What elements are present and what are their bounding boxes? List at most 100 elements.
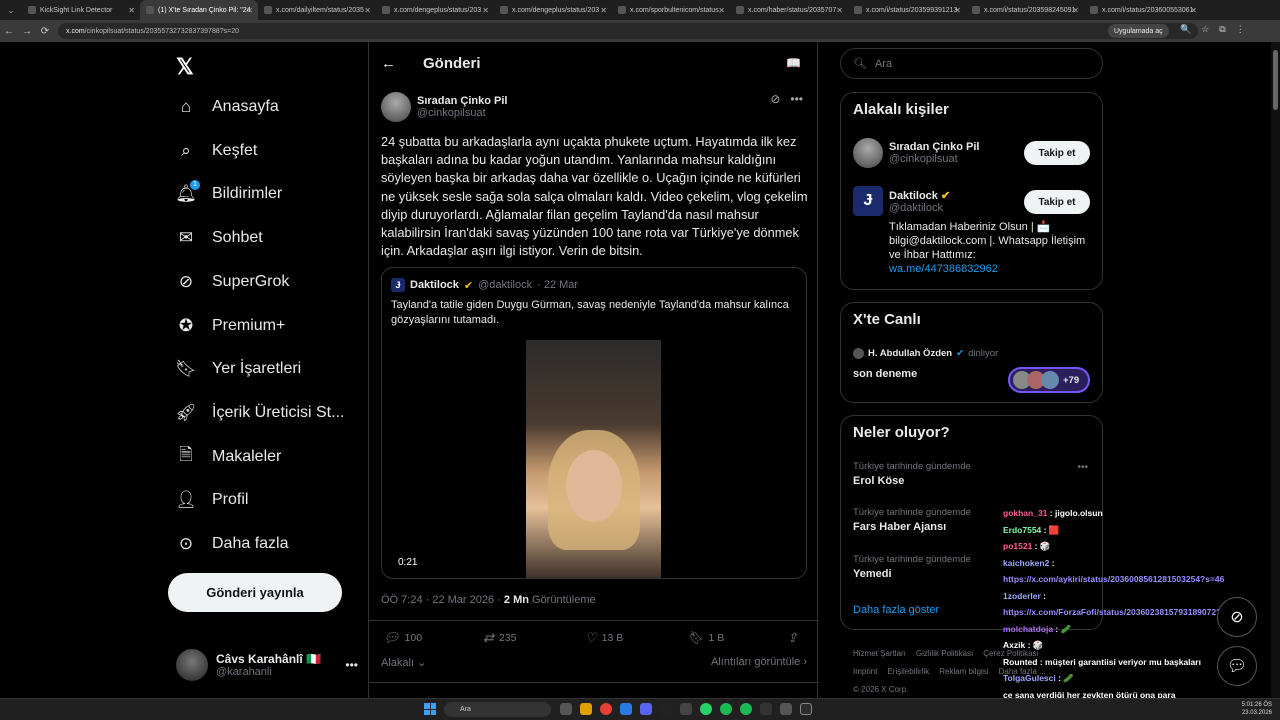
- more-dots-icon[interactable]: •••: [790, 92, 803, 106]
- reader-mode-icon[interactable]: 📖: [786, 56, 801, 70]
- more-dots-icon[interactable]: •••: [345, 658, 358, 672]
- video-player[interactable]: [526, 340, 661, 578]
- post-button[interactable]: Gönderi yayınla: [168, 573, 342, 612]
- app-icon[interactable]: [760, 703, 772, 715]
- whatsapp-icon[interactable]: [700, 703, 712, 715]
- nav-item[interactable]: 🔖︎ Yer İşaretleri: [175, 359, 301, 379]
- nav-item[interactable]: ✪ Premium+: [176, 316, 285, 336]
- close-icon[interactable]: ✕: [1072, 6, 1079, 15]
- browser-tab[interactable]: x.com/dengeplus/status/203 ✕: [376, 0, 494, 20]
- app-icon[interactable]: [680, 703, 692, 715]
- author-avatar[interactable]: [381, 92, 411, 122]
- taskbar-search[interactable]: Ara: [444, 702, 551, 717]
- nav-item[interactable]: ✉ Sohbet: [176, 228, 263, 248]
- browser-tab[interactable]: x.com/i/status/203598245091 ✕: [966, 0, 1084, 20]
- person-row[interactable]: Ɉ Daktilock ✔ @daktilock: [853, 186, 950, 216]
- quoted-post[interactable]: Ɉ Daktilock ✔ @daktilock · 22 Mar Taylan…: [381, 267, 807, 579]
- app-icon[interactable]: [800, 703, 812, 715]
- chat-username[interactable]: kaichoken2: [1003, 558, 1049, 568]
- chat-username[interactable]: TolgaGulesci: [1003, 673, 1056, 683]
- forward-nav-icon[interactable]: →: [18, 26, 36, 37]
- nav-item[interactable]: 🔔︎ 1 Bildirimler: [175, 180, 282, 204]
- nav-item[interactable]: ⊙ Daha fazla: [176, 534, 289, 554]
- close-icon[interactable]: ✕: [718, 6, 725, 15]
- footer-link[interactable]: Gizlilik Politikası: [916, 649, 973, 658]
- close-icon[interactable]: ✕: [954, 6, 961, 15]
- repost-button[interactable]: ⇄ 235: [483, 630, 516, 646]
- windows-start-icon[interactable]: [424, 703, 436, 715]
- chat-username[interactable]: Axzik: [1003, 640, 1025, 650]
- view-quotes-link[interactable]: Alıntıları görüntüle ›: [711, 656, 807, 668]
- browser-tab[interactable]: x.com/dengeplus/status/203 ✕: [494, 0, 612, 20]
- person-row[interactable]: Sıradan Çinko Pil @cinkopilsuat: [853, 138, 979, 168]
- nav-item[interactable]: ⌂ Anasayfa: [176, 97, 279, 117]
- browser-tab[interactable]: x.com/i/status/203600553061 ✕: [1084, 0, 1202, 20]
- follow-button[interactable]: Takip et: [1024, 141, 1090, 165]
- spotify-icon[interactable]: [740, 703, 752, 715]
- nav-item[interactable]: ⌕ Keşfet: [176, 141, 257, 161]
- chat-username[interactable]: 1zoderler: [1003, 591, 1041, 601]
- file-explorer-icon[interactable]: [580, 703, 592, 715]
- search-input[interactable]: 🔍︎ Ara: [840, 48, 1103, 79]
- chat-username[interactable]: Erdo7554: [1003, 525, 1041, 535]
- store-icon[interactable]: [620, 703, 632, 715]
- author-handle[interactable]: @cinkopilsuat: [417, 107, 507, 119]
- bookmark-star-icon[interactable]: ☆: [1201, 24, 1209, 35]
- close-icon[interactable]: ✕: [246, 6, 253, 15]
- share-button[interactable]: ⇪: [787, 630, 798, 646]
- menu-dots-icon[interactable]: ⋮: [1236, 24, 1245, 35]
- messages-fab-icon[interactable]: 💬︎: [1217, 646, 1257, 686]
- author-name[interactable]: Sıradan Çinko Pil: [417, 95, 507, 107]
- x-logo-icon[interactable]: 𝕏: [176, 54, 194, 80]
- trend-item[interactable]: Türkiye tarihinde gündemde Erol Köse: [853, 461, 971, 487]
- browser-tab[interactable]: x.com/i/status/203599391213 ✕: [848, 0, 966, 20]
- chrome-icon[interactable]: [600, 703, 612, 715]
- nav-item[interactable]: 👤︎ Profil: [175, 490, 248, 510]
- chat-username[interactable]: gokhan_31: [1003, 508, 1047, 518]
- browser-tab[interactable]: x.com/sporbultenicom/status ✕: [612, 0, 730, 20]
- trend-item[interactable]: Türkiye tarihinde gündemde Fars Haber Aja…: [853, 507, 971, 533]
- chat-username[interactable]: po1521: [1003, 541, 1032, 551]
- footer-link[interactable]: Hizmet Şartları: [853, 649, 906, 658]
- post-timestamp[interactable]: ÖÖ 7:24 · 22 Mar 2026 ·: [381, 594, 504, 606]
- back-nav-icon[interactable]: ←: [0, 26, 18, 37]
- bio-link[interactable]: wa.me/447386832962: [889, 262, 1089, 276]
- close-icon[interactable]: ✕: [600, 6, 607, 15]
- app-icon[interactable]: [660, 703, 672, 715]
- chat-username[interactable]: molchatdoja: [1003, 624, 1053, 634]
- show-more-link[interactable]: Daha fazla göster: [853, 604, 939, 616]
- reply-button[interactable]: 💬︎ 100: [383, 630, 422, 646]
- scroll-thumb[interactable]: [1273, 50, 1278, 110]
- footer-link[interactable]: Erişilebilirlik: [887, 667, 929, 676]
- system-clock[interactable]: 5:01:26 ÖS 23.03.2026: [1242, 701, 1272, 717]
- bookmark-button[interactable]: 🔖︎ 1 B: [687, 630, 724, 646]
- account-switcher[interactable]: Câvs Karahânlî 🇮🇹 @karahanli •••: [176, 645, 358, 685]
- space-listeners[interactable]: +79: [1008, 367, 1090, 393]
- close-icon[interactable]: ✕: [836, 6, 843, 15]
- nav-item[interactable]: 🗎 Makaleler: [176, 445, 281, 467]
- url-field[interactable]: x.com/cinkopilsuat/status/20355732732837…: [58, 23, 1198, 39]
- live-host[interactable]: H. Abdullah Özden ✔ dinliyor: [853, 348, 998, 359]
- more-dots-icon[interactable]: •••: [1077, 462, 1088, 473]
- nav-item[interactable]: ⊘ SuperGrok: [176, 272, 290, 292]
- close-icon[interactable]: ✕: [482, 6, 489, 15]
- grok-fab-icon[interactable]: ⊘: [1217, 597, 1257, 637]
- reload-icon[interactable]: ⟳: [36, 26, 54, 37]
- open-in-app-button[interactable]: Uygulamada aç: [1108, 24, 1169, 38]
- close-icon[interactable]: ✕: [128, 6, 135, 15]
- follow-button[interactable]: Takip et: [1024, 190, 1090, 214]
- browser-tab[interactable]: (1) X'te Sıradan Çinko Pil: "24 ✕: [140, 0, 258, 20]
- footer-link[interactable]: Imprint: [853, 667, 877, 676]
- close-icon[interactable]: ✕: [1190, 6, 1197, 15]
- footer-link[interactable]: Reklam bilgisi: [939, 667, 988, 676]
- back-arrow-icon[interactable]: ←: [381, 55, 396, 72]
- grok-icon[interactable]: ⊘: [770, 92, 780, 106]
- browser-tab[interactable]: x.com/dailyiltem/status/2035 ✕: [258, 0, 376, 20]
- space-title[interactable]: son deneme: [853, 368, 917, 380]
- browser-tab[interactable]: KickSight Link Detector ✕: [22, 0, 140, 20]
- trend-item[interactable]: Türkiye tarihinde gündemde Yemedi: [853, 554, 971, 580]
- tab-menu-icon[interactable]: ⌄: [0, 6, 22, 15]
- like-button[interactable]: ♡ 13 B: [585, 630, 623, 646]
- page-scrollbar[interactable]: [1271, 42, 1280, 698]
- extensions-icon[interactable]: ⧉: [1219, 24, 1225, 35]
